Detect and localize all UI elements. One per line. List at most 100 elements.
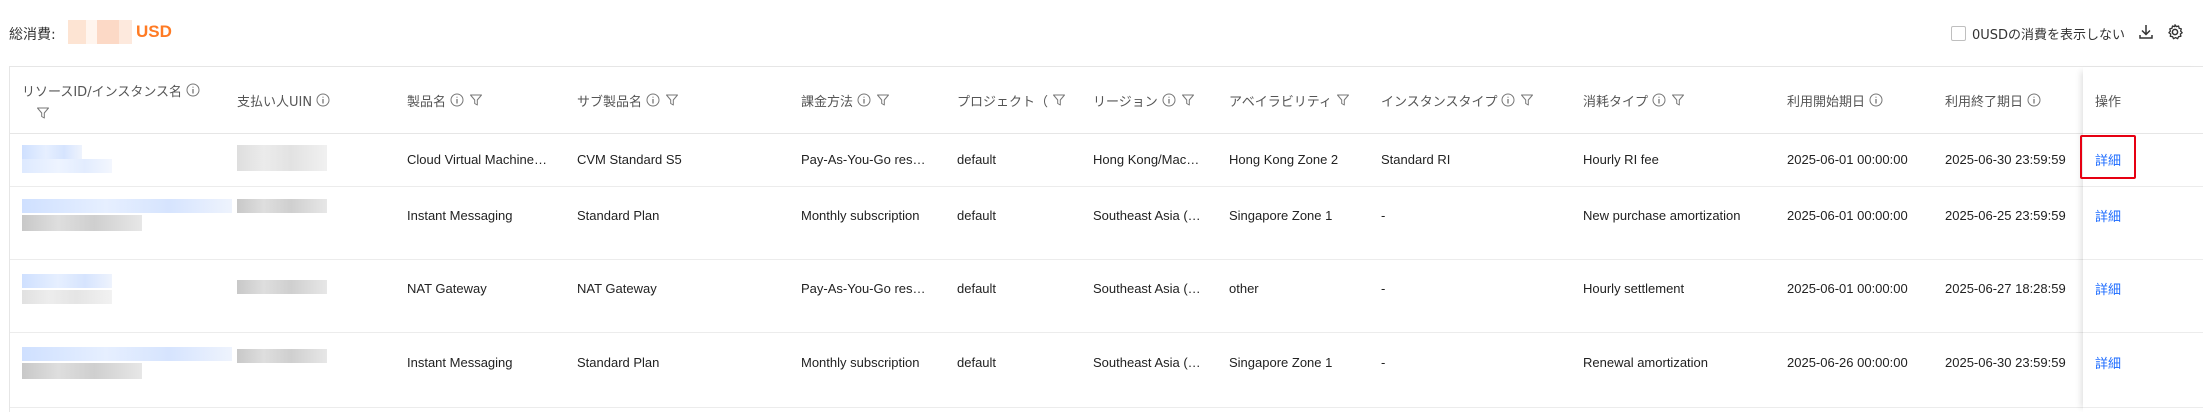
download-icon[interactable] — [2137, 23, 2155, 41]
cell-product: Instant Messaging — [407, 207, 513, 223]
info-icon[interactable] — [646, 93, 660, 107]
filter-icon[interactable] — [1336, 93, 1350, 107]
cell-sub-product: Standard Plan — [577, 207, 660, 223]
total-consumption-label: 総消費: — [9, 27, 56, 43]
payer-uin-redacted — [237, 199, 327, 213]
info-icon[interactable] — [2027, 93, 2041, 107]
cell-region: Hong Kong/Mac… — [1093, 152, 1200, 167]
cell-region: Southeast Asia (… — [1093, 280, 1201, 296]
info-icon[interactable] — [1652, 93, 1666, 107]
filter-icon[interactable] — [1520, 93, 1534, 107]
resource-id-redacted — [22, 363, 142, 379]
cell-sub-product: Standard Plan — [577, 354, 660, 370]
cell-start-date: 2025-06-01 00:00:00 — [1787, 152, 1908, 167]
cell-product: Cloud Virtual Machine… — [407, 152, 547, 167]
col-sub-product-label: サブ製品名 — [577, 94, 643, 110]
cell-consumption-type: Renewal amortization — [1583, 354, 1709, 370]
cell-zone: Hong Kong Zone 2 — [1229, 152, 1339, 167]
info-icon[interactable] — [450, 93, 464, 107]
col-start-date-label: 利用開始期日 — [1787, 94, 1866, 110]
cell-end-date: 2025-06-30 23:59:59 — [1945, 354, 2066, 370]
detail-link[interactable]: 詳細 — [2095, 279, 2121, 298]
resource-id-redacted — [22, 145, 82, 159]
col-resource-id: リソースID/インスタンス名 — [22, 67, 205, 133]
resource-id-redacted — [22, 215, 142, 231]
cell-region: Southeast Asia (… — [1093, 354, 1201, 370]
cell-sub-product: NAT Gateway — [577, 280, 657, 296]
table-row: Instant Messaging Standard Plan Monthly … — [10, 333, 2203, 408]
info-icon[interactable] — [316, 93, 330, 107]
cell-start-date: 2025-06-01 00:00:00 — [1787, 280, 1908, 296]
col-end-date-label: 利用終了期日 — [1945, 94, 2024, 110]
info-icon[interactable] — [186, 83, 200, 97]
cell-region: Southeast Asia (… — [1093, 207, 1201, 223]
highlight-annotation-box — [2080, 135, 2136, 179]
info-icon[interactable] — [857, 93, 871, 107]
cell-instance-type: - — [1381, 354, 1386, 370]
cell-instance-type: - — [1381, 207, 1386, 223]
resource-id-redacted — [22, 199, 232, 213]
summary-bar: 総消費: USD 0USDの消費を表示しない — [0, 0, 2211, 66]
col-zone: アベイラビリティ — [1229, 67, 1350, 133]
resource-id-redacted — [22, 274, 112, 288]
info-icon[interactable] — [1501, 93, 1515, 107]
filter-icon[interactable] — [1671, 93, 1685, 107]
filter-icon[interactable] — [876, 93, 890, 107]
resource-id-redacted — [22, 290, 112, 304]
hide-zero-usd-label: 0USDの消費を表示しない — [1972, 28, 2126, 43]
filter-icon[interactable] — [1052, 93, 1066, 107]
cell-project: default — [957, 280, 997, 296]
hide-zero-usd-toggle[interactable]: 0USDの消費を表示しない — [1951, 24, 2125, 43]
cell-zone: Singapore Zone 1 — [1229, 354, 1333, 370]
col-product: 製品名 — [407, 67, 483, 133]
cell-end-date: 2025-06-25 23:59:59 — [1945, 207, 2066, 223]
resource-id-redacted — [22, 159, 112, 173]
payer-uin-redacted — [237, 280, 327, 294]
table-header: リソースID/インスタンス名 支払い人UIN 製品名 サブ製品名 課金方法 プロ… — [10, 67, 2203, 134]
detail-link[interactable]: 詳細 — [2095, 206, 2121, 225]
table-row: Cloud Virtual Machine… CVM Standard S5 P… — [10, 133, 2203, 187]
currency-label: USD — [136, 22, 172, 41]
col-actions-label: 操作 — [2095, 94, 2122, 110]
table-row: NAT Gateway NAT Gateway Pay-As-You-Go re… — [10, 260, 2203, 333]
settings-icon[interactable] — [2166, 23, 2184, 41]
col-payer-uin-label: 支払い人UIN — [237, 94, 313, 110]
filter-icon[interactable] — [665, 93, 679, 107]
cell-product: NAT Gateway — [407, 280, 487, 296]
payer-uin-redacted — [237, 349, 327, 363]
payer-uin-redacted — [237, 145, 327, 171]
col-billing-mode: 課金方法 — [801, 67, 890, 133]
hide-zero-usd-checkbox[interactable] — [1951, 26, 1966, 41]
col-start-date: 利用開始期日 — [1787, 67, 1888, 133]
cell-project: default — [957, 354, 997, 370]
col-end-date: 利用終了期日 — [1945, 67, 2046, 133]
info-icon[interactable] — [1162, 93, 1176, 107]
info-icon[interactable] — [1869, 93, 1883, 107]
col-actions: 操作 — [2095, 67, 2125, 133]
filter-icon[interactable] — [469, 93, 483, 107]
col-zone-label: アベイラビリティ — [1229, 94, 1332, 110]
filter-icon[interactable] — [36, 106, 50, 120]
col-consumption-type-label: 消耗タイプ — [1583, 94, 1649, 110]
cell-project: default — [957, 207, 997, 223]
col-region-label: リージョン — [1093, 94, 1158, 110]
cell-billing-mode: Monthly subscription — [801, 207, 920, 223]
cell-start-date: 2025-06-26 00:00:00 — [1787, 354, 1908, 370]
cell-project: default — [957, 152, 997, 167]
col-resource-id-label: リソースID/インスタンス名 — [22, 84, 183, 100]
filter-icon[interactable] — [1181, 93, 1195, 107]
cell-zone: other — [1229, 280, 1259, 296]
col-billing-mode-label: 課金方法 — [801, 94, 854, 110]
detail-link[interactable]: 詳細 — [2095, 353, 2121, 372]
col-consumption-type: 消耗タイプ — [1583, 67, 1685, 133]
total-amount-redacted — [68, 20, 132, 44]
col-instance-type-label: インスタンスタイプ — [1381, 94, 1498, 110]
cell-sub-product: CVM Standard S5 — [577, 152, 682, 167]
cell-instance-type: Standard RI — [1381, 152, 1451, 167]
col-product-label: 製品名 — [407, 94, 447, 110]
col-sub-product: サブ製品名 — [577, 67, 679, 133]
cell-start-date: 2025-06-01 00:00:00 — [1787, 207, 1908, 223]
resource-id-redacted — [22, 347, 232, 361]
cell-billing-mode: Pay-As-You-Go res… — [801, 152, 926, 167]
cell-zone: Singapore Zone 1 — [1229, 207, 1333, 223]
